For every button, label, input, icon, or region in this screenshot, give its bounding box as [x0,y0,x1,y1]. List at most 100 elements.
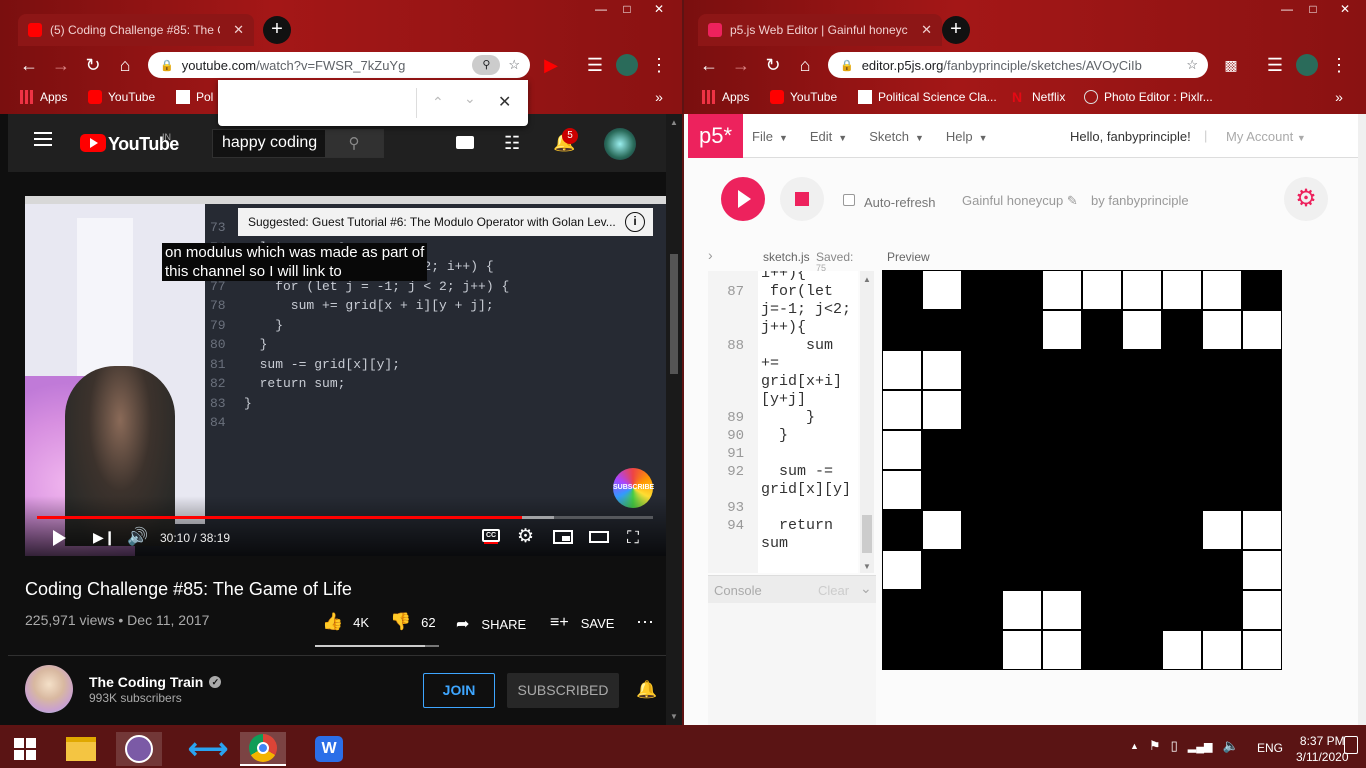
account-avatar[interactable] [604,128,636,160]
bookmark-political[interactable]: Pol [176,87,213,107]
bookmark-pixlr[interactable]: Photo Editor : Pixlr... [1084,87,1213,107]
close-window-icon[interactable]: ✕ [1332,0,1358,18]
settings-gear-icon[interactable]: ⚙ [1284,177,1328,221]
play-icon[interactable] [53,530,66,546]
find-previous-icon[interactable]: ⌃ [432,94,444,111]
profile-avatar-icon[interactable] [1296,54,1318,76]
left-scrollbar[interactable]: ▲ ▼ [666,114,682,725]
next-icon[interactable]: ▶❙ [93,529,116,546]
dislike-button[interactable]: 👎 62 [390,612,436,632]
my-account-menu[interactable]: My Account ▼ [1226,129,1306,144]
close-tab-icon[interactable]: ✕ [233,22,244,38]
action-flag-icon[interactable]: ⚑ [1149,738,1161,754]
media-queue-icon[interactable]: ☰ [584,54,606,76]
bookmark-star-icon[interactable]: ☆ [508,57,520,73]
progress-bar[interactable] [37,516,653,519]
tab-p5-editor[interactable]: p5.js Web Editor | Gainful honeyc ✕ [698,14,942,46]
more-bookmarks-icon[interactable]: » [648,86,670,108]
right-scrollbar[interactable] [1358,114,1366,725]
back-icon[interactable]: ← [18,54,40,76]
show-hidden-icons-icon[interactable]: ▲ [1130,741,1139,751]
stop-button[interactable] [780,177,824,221]
new-tab-button[interactable]: + [263,16,291,44]
create-video-icon[interactable] [456,136,474,149]
editor-scrollbar[interactable]: ▲ ▼ [860,271,874,573]
suggestion-card[interactable]: Suggested: Guest Tutorial #6: The Modulo… [238,208,653,236]
clock[interactable]: 8:37 PM 3/11/2020 [1296,733,1349,765]
menu-sketch[interactable]: Sketch ▼ [869,129,924,144]
wps-office-icon[interactable]: W [306,732,352,766]
address-bar[interactable]: 🔒 editor.p5js.org/fanbyprinciple/sketche… [828,52,1208,78]
tab-youtube[interactable]: (5) Coding Challenge #85: The Ga ✕ [18,14,254,46]
reload-icon[interactable]: ↻ [82,54,104,76]
file-explorer-icon[interactable] [58,732,104,766]
find-in-page-icon[interactable]: ⚲ [472,55,501,75]
github-desktop-icon[interactable] [116,732,162,766]
minimize-icon[interactable]: — [1274,0,1300,18]
minimize-icon[interactable]: — [588,0,614,18]
more-bookmarks-icon[interactable]: » [1328,86,1350,108]
battery-icon[interactable]: ▯ [1171,738,1178,754]
search-box[interactable]: happy coding ⚲ [212,129,384,158]
new-tab-button[interactable]: + [942,16,970,44]
menu-file[interactable]: File ▼ [752,129,788,144]
channel-name[interactable]: The Coding Train ✓ [89,674,222,690]
play-button[interactable] [721,177,765,221]
miniplayer-icon[interactable] [553,530,573,544]
search-button[interactable]: ⚲ [325,130,383,157]
chrome-menu-icon[interactable]: ⋮ [648,54,670,76]
start-windows-icon[interactable] [0,732,50,766]
cast-icon[interactable]: ▩ [1220,54,1242,76]
bookmark-netflix[interactable]: N Netflix [1012,87,1065,107]
close-window-icon[interactable]: ✕ [646,0,672,18]
p5-logo[interactable]: p5* [688,114,743,158]
home-icon[interactable]: ⌂ [114,54,136,76]
expand-sidebar-icon[interactable]: › [708,247,713,263]
more-actions-icon[interactable]: ⋯ [636,612,654,633]
bookmark-political-science[interactable]: Political Science Cla... [858,87,997,107]
file-tab-name[interactable]: sketch.js [763,250,810,264]
auto-refresh-checkbox[interactable] [843,194,855,206]
bookmark-youtube[interactable]: YouTube [770,87,837,107]
youtube-extension-icon[interactable]: ▶ [540,54,562,76]
find-next-icon[interactable]: ⌄ [464,90,476,107]
maximize-icon[interactable]: □ [614,0,640,18]
bookmark-apps[interactable]: Apps [20,87,67,107]
search-input[interactable]: happy coding [222,134,317,152]
clear-console-button[interactable]: Clear [818,583,849,598]
subscribed-button[interactable]: SUBSCRIBED [507,673,619,708]
channel-avatar[interactable] [25,665,73,713]
fullscreen-icon[interactable]: ⛶ [627,528,639,548]
language-indicator[interactable]: ENG [1257,741,1283,755]
home-icon[interactable]: ⌂ [794,54,816,76]
wifi-signal-icon[interactable]: ▂▄▆ [1188,740,1213,753]
hamburger-menu-icon[interactable] [34,132,52,146]
chrome-taskbar-icon[interactable] [240,732,286,766]
media-queue-icon[interactable]: ☰ [1264,54,1286,76]
back-icon[interactable]: ← [698,54,720,76]
bookmark-apps[interactable]: Apps [702,87,749,107]
reload-icon[interactable]: ↻ [762,54,784,76]
game-of-life-canvas[interactable] [882,270,1282,670]
menu-edit[interactable]: Edit ▼ [810,129,847,144]
maximize-icon[interactable]: □ [1300,0,1326,18]
info-icon[interactable]: i [625,212,645,232]
like-button[interactable]: 👍 4K [322,612,369,632]
address-bar[interactable]: 🔒 youtube.com/watch?v=FWSR_7kZuYg ⚲ ☆ [148,52,530,78]
bookmark-star-icon[interactable]: ☆ [1186,57,1198,73]
forward-icon[interactable]: → [730,54,752,76]
settings-gear-icon[interactable]: ⚙ [517,525,534,548]
sketch-name[interactable]: Gainful honeycup ✎ [962,193,1078,209]
join-button[interactable]: JOIN [423,673,495,708]
code-editor[interactable]: i++){87 for(let j=-1; j<2; j++){88 sum += gr… [708,271,858,573]
volume-icon[interactable]: 🔈 [1222,738,1238,754]
captions-icon[interactable]: CC [482,529,500,542]
collapse-console-icon[interactable]: ⌄ [860,580,872,597]
youtube-logo-icon[interactable] [80,134,106,152]
find-close-icon[interactable]: ✕ [498,92,511,112]
video-player[interactable]: 73function countNeighbors(grid, x, y) {7… [25,196,666,556]
share-button[interactable]: ➦ SHARE [456,614,526,634]
forward-icon[interactable]: → [50,54,72,76]
chrome-menu-icon[interactable]: ⋮ [1328,54,1350,76]
find-input[interactable] [226,90,412,116]
